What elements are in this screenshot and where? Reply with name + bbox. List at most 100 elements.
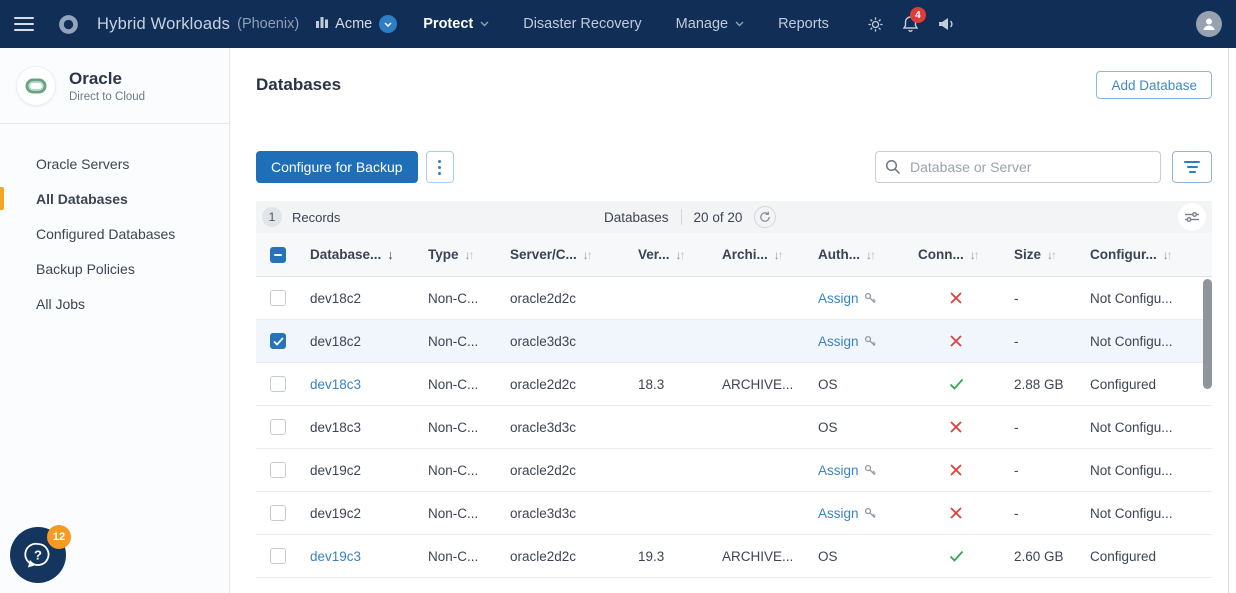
column-header-conn[interactable]: Conn... ↓↑ [908,247,1004,262]
druva-logo-icon [56,12,81,37]
cell-database: dev19c2 [310,462,362,478]
connection-error-icon [950,507,962,519]
nav-menu-disaster-recovery[interactable]: Disaster Recovery [523,16,641,32]
sidebar-item-all-databases[interactable]: All Databases [0,181,229,216]
table-scrollbar[interactable] [1203,279,1212,389]
column-header-archi[interactable]: Archi... ↓↑ [712,247,808,262]
cell-server: oracle2d2c [510,462,577,478]
cell-size: 2.60 GB [1014,548,1064,564]
refresh-button[interactable] [754,206,777,228]
nav-icons: 4 [867,7,955,33]
sort-icon: ↓↑ [866,247,876,262]
table-row: dev18c2 Non-C... oracle3d3c Assign - Not Conf… [256,320,1212,363]
user-avatar[interactable] [1196,11,1222,37]
sort-icon: ↓↑ [773,247,784,262]
row-checkbox[interactable] [270,376,286,392]
column-header-database[interactable]: Database... ↓ [300,247,418,262]
nav-menu-protect[interactable]: Protect [423,16,489,32]
hamburger-menu-icon[interactable] [14,13,36,35]
connection-ok-icon [949,550,963,562]
org-selector[interactable]: Acme [315,15,398,34]
column-header-size[interactable]: Size ↓↑ [1004,247,1080,262]
select-all-checkbox[interactable] [270,246,286,263]
table-body: dev18c2 Non-C... oracle2d2c Assign - Not Conf… [256,277,1212,578]
sidebar-app-subtitle: Direct to Cloud [69,90,146,103]
page-title: Databases [256,75,342,94]
filter-button[interactable] [1172,151,1212,183]
row-checkbox[interactable] [270,505,286,521]
sidebar-item-all-jobs[interactable]: All Jobs [0,286,229,321]
connection-error-icon [950,421,962,433]
product-title: Hybrid Workloads [97,14,231,33]
gear-icon[interactable] [867,16,884,33]
cell-archive-log: ARCHIVE... [722,548,794,564]
column-settings-icon[interactable] [1178,203,1206,231]
cell-archive-log: ARCHIVE... [722,376,794,392]
top-navbar: Hybrid Workloads (Phoenix) Acme Protect D… [0,0,1236,48]
connection-ok-icon [949,378,963,390]
row-checkbox[interactable] [270,290,286,306]
assign-credentials-link[interactable]: Assign [818,506,877,521]
column-header-server-c[interactable]: Server/C... ↓↑ [500,247,628,262]
assign-credentials-link[interactable]: Assign [818,291,877,306]
cell-auth: Assign [808,506,908,521]
cell-server: oracle3d3c [510,419,577,435]
cell-connection [908,291,1004,305]
sidebar-item-oracle-servers[interactable]: Oracle Servers [0,146,229,181]
cell-configuration: Not Configu... [1090,333,1173,349]
more-actions-button[interactable] [425,151,454,183]
cell-auth: OS [818,419,838,435]
cell-database: dev18c2 [310,333,362,349]
sidebar-item-backup-policies[interactable]: Backup Policies [0,251,229,286]
cell-size: - [1014,333,1019,349]
oracle-app-icon [16,65,56,106]
row-checkbox[interactable] [270,333,286,349]
cell-configuration: Configured [1090,548,1157,564]
org-icon [315,15,329,34]
table-row: dev19c2 Non-C... oracle3d3c Assign - Not Conf… [256,492,1212,535]
cell-type: Non-C... [428,462,479,478]
row-checkbox[interactable] [270,548,286,564]
cell-database: dev19c2 [310,505,362,521]
configure-for-backup-button[interactable]: Configure for Backup [256,151,418,183]
nav-menu-manage[interactable]: Manage [676,16,744,32]
help-button[interactable]: ? 12 [10,525,71,583]
cell-auth: Assign [808,291,908,306]
row-checkbox[interactable] [270,419,286,435]
cell-database: dev18c3 [310,376,362,392]
megaphone-icon[interactable] [937,16,955,32]
column-header-configur[interactable]: Configur... ↓↑ [1080,247,1212,262]
column-header-ver[interactable]: Ver... ↓↑ [628,247,712,262]
assign-credentials-link[interactable]: Assign [818,334,877,349]
cell-database: dev19c3 [310,548,362,564]
sort-icon: ↓↑ [464,247,475,262]
add-database-button[interactable]: Add Database [1096,71,1212,99]
entity-label: Databases [604,209,669,225]
search-input[interactable] [875,151,1161,183]
cell-server: oracle2d2c [510,548,577,564]
sidebar-menu: Oracle Servers All Databases Configured Da… [0,124,229,321]
cell-size: 2.88 GB [1014,376,1064,392]
nav-menu-reports[interactable]: Reports [778,16,829,32]
sort-icon: ↓↑ [1162,247,1173,262]
cell-connection [908,463,1004,477]
cell-type: Non-C... [428,505,479,521]
records-range: 20 of 20 [693,209,743,225]
org-chevron-down-icon [379,15,398,33]
cell-version: 19.3 [638,548,665,564]
cell-database: dev18c2 [310,290,362,306]
cell-configuration: Not Configu... [1090,290,1173,306]
sort-desc-icon: ↓ [387,247,394,262]
help-bubble-icon: ? [24,542,50,568]
assign-credentials-link[interactable]: Assign [818,463,877,478]
sidebar-item-configured-databases[interactable]: Configured Databases [0,216,229,251]
cell-type: Non-C... [428,548,479,564]
key-icon [864,292,876,303]
bell-icon[interactable]: 4 [902,7,926,33]
cell-size: - [1014,419,1019,435]
column-header-type[interactable]: Type ↓↑ [418,247,500,262]
row-checkbox[interactable] [270,462,286,478]
cell-server: oracle2d2c [510,376,577,392]
cell-configuration: Configured [1090,376,1157,392]
column-header-auth[interactable]: Auth... ↓↑ [808,247,908,262]
